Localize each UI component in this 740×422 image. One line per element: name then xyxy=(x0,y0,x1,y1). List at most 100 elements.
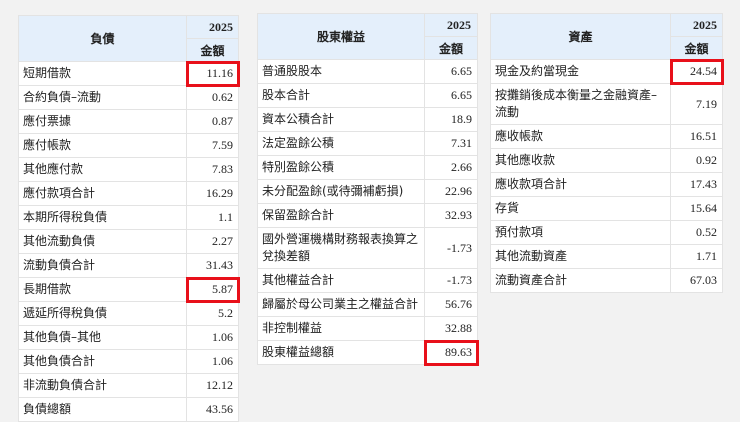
table-row: 股東權益總額 89.63 xyxy=(257,339,479,366)
table-row: 長期借款 5.87 xyxy=(18,276,240,303)
row-value: 1.06 xyxy=(186,325,239,350)
row-value: 2.66 xyxy=(424,155,478,180)
row-label: 流動負債合計 xyxy=(18,253,187,278)
row-value: 43.56 xyxy=(186,397,239,422)
row-label: 股東權益總額 xyxy=(257,340,425,365)
equity-table: 股東權益 2025 金額 普通股股本 6.65 股本合計 6.65 資本公積合計… xyxy=(257,13,479,366)
table-row: 流動資產合計 67.03 xyxy=(490,268,723,293)
table-row: 其他應收款 0.92 xyxy=(490,148,723,173)
table-row: 非流動負債合計 12.12 xyxy=(18,373,239,398)
table-row: 其他流動資產 1.71 xyxy=(490,244,723,269)
amount-header: 金額 xyxy=(424,36,478,60)
table-row: 應付款項合計 16.29 xyxy=(18,181,239,206)
row-value: -1.73 xyxy=(424,227,478,269)
row-label: 其他應收款 xyxy=(490,148,671,173)
row-value: 32.93 xyxy=(424,203,478,228)
highlighted-value: 89.63 xyxy=(423,339,479,366)
row-label: 特別盈餘公積 xyxy=(257,155,425,180)
row-value: 0.52 xyxy=(670,220,723,245)
row-value: 31.43 xyxy=(186,253,239,278)
row-label: 長期借款 xyxy=(18,277,187,302)
table-row: 遞延所得稅負債 5.2 xyxy=(18,301,239,326)
row-value: 16.51 xyxy=(670,124,723,149)
row-label: 應付票據 xyxy=(18,109,187,134)
row-label: 非控制權益 xyxy=(257,316,425,341)
table-row: 資本公積合計 18.9 xyxy=(257,107,478,132)
row-label: 現金及約當現金 xyxy=(490,59,671,84)
row-label: 負債總額 xyxy=(18,397,187,422)
table-row: 預付款項 0.52 xyxy=(490,220,723,245)
table-row: 其他負債合計 1.06 xyxy=(18,349,239,374)
table-row: 普通股股本 6.65 xyxy=(257,59,478,84)
table-row: 其他流動負債 2.27 xyxy=(18,229,239,254)
table-row: 特別盈餘公積 2.66 xyxy=(257,155,478,180)
table-row: 應收帳款 16.51 xyxy=(490,124,723,149)
row-value: 18.9 xyxy=(424,107,478,132)
row-value: 12.12 xyxy=(186,373,239,398)
amount-header: 金額 xyxy=(186,38,239,62)
table-row: 非控制權益 32.88 xyxy=(257,316,478,341)
row-value: 6.65 xyxy=(424,59,478,84)
row-label: 其他負債–其他 xyxy=(18,325,187,350)
row-label: 本期所得稅負債 xyxy=(18,205,187,230)
table-row: 按攤銷後成本衡量之金融資產–流動 7.19 xyxy=(490,83,723,125)
assets-table: 資產 2025 金額 現金及約當現金 24.54 按攤銷後成本衡量之金融資產–流… xyxy=(490,13,724,293)
table-row: 股本合計 6.65 xyxy=(257,83,478,108)
table-row: 保留盈餘合計 32.93 xyxy=(257,203,478,228)
period-header: 2025 xyxy=(424,13,478,37)
table-row: 短期借款 11.16 xyxy=(18,60,240,87)
row-label: 國外營運機構財務報表換算之兌換差額 xyxy=(257,227,425,269)
row-label: 其他流動資產 xyxy=(490,244,671,269)
row-value: 1.1 xyxy=(186,205,239,230)
table-row: 現金及約當現金 24.54 xyxy=(490,58,724,85)
row-label: 法定盈餘公積 xyxy=(257,131,425,156)
row-value: 67.03 xyxy=(670,268,723,293)
table-row: 法定盈餘公積 7.31 xyxy=(257,131,478,156)
row-value: 7.31 xyxy=(424,131,478,156)
row-label: 其他權益合計 xyxy=(257,268,425,293)
row-label: 歸屬於母公司業主之權益合計 xyxy=(257,292,425,317)
row-label: 普通股股本 xyxy=(257,59,425,84)
row-value: 7.59 xyxy=(186,133,239,158)
table-row: 本期所得稅負債 1.1 xyxy=(18,205,239,230)
category-header: 資產 xyxy=(490,13,671,60)
table-row: 未分配盈餘(或待彌補虧損) 22.96 xyxy=(257,179,478,204)
highlighted-value: 24.54 xyxy=(669,58,724,85)
row-label: 應收款項合計 xyxy=(490,172,671,197)
liabilities-table: 負債 2025 金額 短期借款 11.16 合約負債–流動 0.62 應付票據 … xyxy=(18,15,240,422)
row-label: 按攤銷後成本衡量之金融資產–流動 xyxy=(490,83,671,125)
row-label: 應付款項合計 xyxy=(18,181,187,206)
row-value: 1.06 xyxy=(186,349,239,374)
row-value: 16.29 xyxy=(186,181,239,206)
period-header: 2025 xyxy=(670,13,723,37)
row-value: 6.65 xyxy=(424,83,478,108)
table-row: 應付票據 0.87 xyxy=(18,109,239,134)
row-label: 流動資產合計 xyxy=(490,268,671,293)
table-row: 應付帳款 7.59 xyxy=(18,133,239,158)
row-label: 短期借款 xyxy=(18,61,187,86)
amount-header: 金額 xyxy=(670,36,723,60)
table-row: 存貨 15.64 xyxy=(490,196,723,221)
table-row: 國外營運機構財務報表換算之兌換差額 -1.73 xyxy=(257,227,478,269)
highlighted-value: 5.87 xyxy=(185,276,240,303)
row-value: 15.64 xyxy=(670,196,723,221)
row-value: 56.76 xyxy=(424,292,478,317)
row-value: 1.71 xyxy=(670,244,723,269)
category-header: 股東權益 xyxy=(257,13,425,60)
row-label: 保留盈餘合計 xyxy=(257,203,425,228)
row-value: 7.19 xyxy=(670,83,723,125)
row-value: 22.96 xyxy=(424,179,478,204)
row-value: 2.27 xyxy=(186,229,239,254)
row-value: 5.2 xyxy=(186,301,239,326)
row-value: -1.73 xyxy=(424,268,478,293)
table-row: 流動負債合計 31.43 xyxy=(18,253,239,278)
row-value: 32.88 xyxy=(424,316,478,341)
row-value: 7.83 xyxy=(186,157,239,182)
row-label: 其他應付款 xyxy=(18,157,187,182)
row-label: 非流動負債合計 xyxy=(18,373,187,398)
row-label: 股本合計 xyxy=(257,83,425,108)
row-label: 未分配盈餘(或待彌補虧損) xyxy=(257,179,425,204)
row-label: 合約負債–流動 xyxy=(18,85,187,110)
row-label: 應收帳款 xyxy=(490,124,671,149)
table-row: 負債總額 43.56 xyxy=(18,397,239,422)
